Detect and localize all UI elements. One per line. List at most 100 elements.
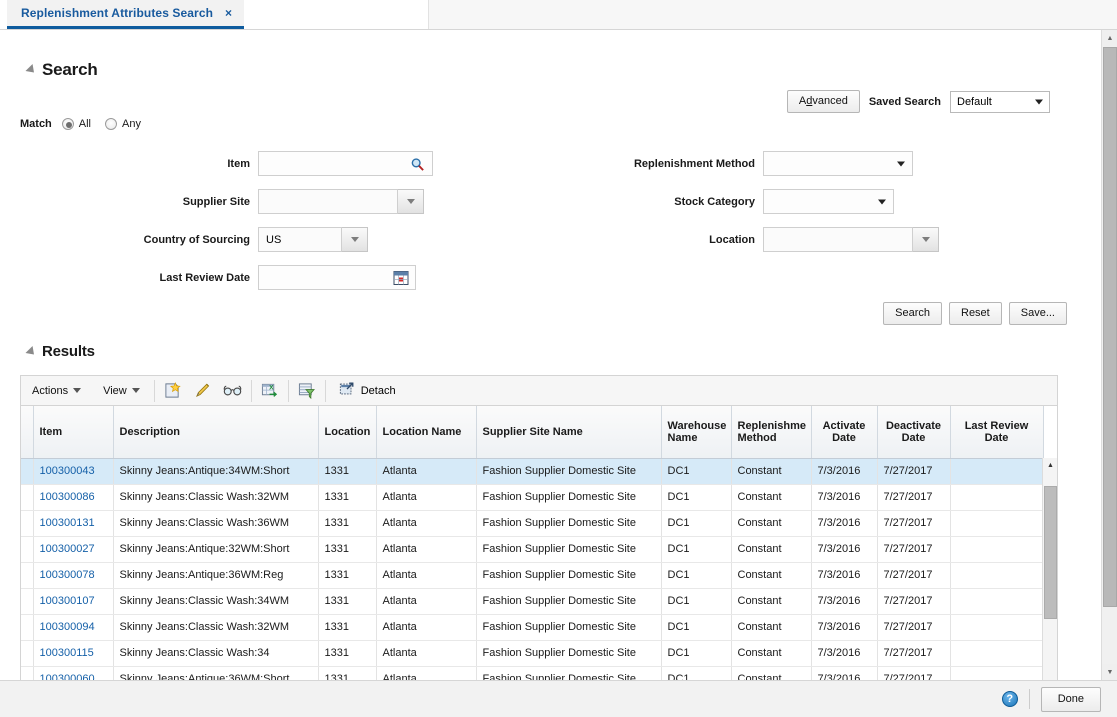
item-link[interactable]: 100300115 xyxy=(40,647,94,659)
detach-button[interactable]: Detach xyxy=(329,377,406,405)
scroll-up-icon[interactable]: ▲ xyxy=(1043,458,1058,473)
tab-replenishment-attributes-search[interactable]: Replenishment Attributes Search × xyxy=(7,0,244,29)
detach-label: Detach xyxy=(361,385,396,397)
table-row[interactable]: 100300078Skinny Jeans:Antique:36WM:Reg13… xyxy=(21,562,1043,588)
cell-location: 1331 xyxy=(318,510,376,536)
cell-replenishment-method: Constant xyxy=(731,588,811,614)
table-row[interactable]: 100300131Skinny Jeans:Classic Wash:36WM1… xyxy=(21,510,1043,536)
replenishment-method-select[interactable] xyxy=(763,151,913,176)
item-input[interactable] xyxy=(258,151,433,176)
item-link[interactable]: 100300086 xyxy=(40,491,95,503)
table-row[interactable]: 100300060Skinny Jeans:Antique:36WM:Short… xyxy=(21,666,1043,680)
supplier-site-input[interactable] xyxy=(258,189,398,214)
table-row[interactable]: 100300115Skinny Jeans:Classic Wash:34133… xyxy=(21,640,1043,666)
country-of-sourcing-input[interactable]: US xyxy=(258,227,342,252)
view-menu[interactable]: View xyxy=(92,377,151,405)
view-menu-label: View xyxy=(103,385,127,397)
actions-menu[interactable]: Actions xyxy=(21,377,92,405)
item-link[interactable]: 100300107 xyxy=(40,595,95,607)
last-review-date-input[interactable] xyxy=(258,265,416,290)
cell-last-review-date xyxy=(950,640,1043,666)
cell-item[interactable]: 100300078 xyxy=(33,562,113,588)
toolbar-divider xyxy=(288,380,289,402)
supplier-site-lov-button[interactable] xyxy=(398,189,424,214)
item-link[interactable]: 100300060 xyxy=(40,673,95,680)
cell-item[interactable]: 100300107 xyxy=(33,588,113,614)
page-vertical-scrollbar[interactable]: ▲ ▼ xyxy=(1101,30,1117,680)
cell-deactivate-date: 7/27/2017 xyxy=(877,666,950,680)
cell-warehouse-name: DC1 xyxy=(661,562,731,588)
table-vertical-scrollbar[interactable]: ▲ ▼ xyxy=(1042,458,1057,680)
search-icon[interactable] xyxy=(410,157,425,175)
col-header-deactivate-date[interactable]: Deactivate Date xyxy=(877,406,950,458)
cell-item[interactable]: 100300060 xyxy=(33,666,113,680)
table-row[interactable]: 100300107Skinny Jeans:Classic Wash:34WM1… xyxy=(21,588,1043,614)
cell-item[interactable]: 100300131 xyxy=(33,510,113,536)
cell-warehouse-name: DC1 xyxy=(661,666,731,680)
reset-button[interactable]: Reset xyxy=(949,302,1002,325)
item-link[interactable]: 100300078 xyxy=(40,569,95,581)
col-header-item[interactable]: Item xyxy=(33,406,113,458)
col-header-last-review-date[interactable]: Last Review Date xyxy=(950,406,1043,458)
item-link[interactable]: 100300131 xyxy=(40,517,95,529)
stock-category-select[interactable] xyxy=(763,189,894,214)
cell-activate-date: 7/3/2016 xyxy=(811,536,877,562)
location-lov-button[interactable] xyxy=(913,227,939,252)
chevron-down-icon xyxy=(878,199,886,204)
col-header-location[interactable]: Location xyxy=(318,406,376,458)
view-glasses-icon[interactable] xyxy=(218,377,248,405)
create-icon[interactable] xyxy=(158,377,188,405)
calendar-icon[interactable] xyxy=(393,270,409,289)
cell-location-name: Atlanta xyxy=(376,562,476,588)
item-link[interactable]: 100300043 xyxy=(40,465,95,477)
col-header-description[interactable]: Description xyxy=(113,406,318,458)
row-marker-cell xyxy=(21,666,33,680)
cell-location: 1331 xyxy=(318,640,376,666)
table-row[interactable]: 100300027Skinny Jeans:Antique:32WM:Short… xyxy=(21,536,1043,562)
table-row[interactable]: 100300094Skinny Jeans:Classic Wash:32WM1… xyxy=(21,614,1043,640)
radio-match-any[interactable] xyxy=(105,118,117,130)
item-link[interactable]: 100300027 xyxy=(40,543,95,555)
col-header-warehouse-name[interactable]: Warehouse Name xyxy=(661,406,731,458)
cell-item[interactable]: 100300043 xyxy=(33,458,113,484)
help-icon[interactable]: ? xyxy=(1002,691,1018,707)
cell-activate-date: 7/3/2016 xyxy=(811,588,877,614)
done-button[interactable]: Done xyxy=(1041,687,1101,712)
cell-item[interactable]: 100300027 xyxy=(33,536,113,562)
cell-last-review-date xyxy=(950,614,1043,640)
actions-menu-label: Actions xyxy=(32,385,68,397)
item-link[interactable]: 100300094 xyxy=(40,621,95,633)
cell-item[interactable]: 100300086 xyxy=(33,484,113,510)
country-of-sourcing-lov-button[interactable] xyxy=(342,227,368,252)
radio-match-all[interactable] xyxy=(62,118,74,130)
col-header-replenishment-method[interactable]: Replenishme Method xyxy=(731,406,811,458)
field-supplier-site: Supplier Site xyxy=(120,189,424,214)
toolbar-divider xyxy=(251,380,252,402)
row-marker-cell xyxy=(21,640,33,666)
location-input[interactable] xyxy=(763,227,913,252)
edit-pencil-icon[interactable] xyxy=(188,377,218,405)
scrollbar-thumb[interactable] xyxy=(1103,47,1117,607)
export-to-excel-icon[interactable]: X xyxy=(255,377,285,405)
scroll-up-icon[interactable]: ▲ xyxy=(1102,30,1117,46)
cell-item[interactable]: 100300094 xyxy=(33,614,113,640)
close-icon[interactable]: × xyxy=(225,7,232,19)
table-row[interactable]: 100300043Skinny Jeans:Antique:34WM:Short… xyxy=(21,458,1043,484)
cell-item[interactable]: 100300115 xyxy=(33,640,113,666)
query-by-example-icon[interactable] xyxy=(292,377,322,405)
col-header-supplier-site-name[interactable]: Supplier Site Name xyxy=(476,406,661,458)
col-header-activate-date[interactable]: Activate Date xyxy=(811,406,877,458)
collapse-triangle-icon[interactable] xyxy=(25,345,37,357)
collapse-triangle-icon[interactable] xyxy=(25,64,37,76)
advanced-button[interactable]: Advanced xyxy=(787,90,860,113)
scrollbar-thumb[interactable] xyxy=(1044,486,1057,619)
table-row[interactable]: 100300086Skinny Jeans:Classic Wash:32WM1… xyxy=(21,484,1043,510)
scroll-down-icon[interactable]: ▼ xyxy=(1102,664,1117,680)
col-header-location-name[interactable]: Location Name xyxy=(376,406,476,458)
search-button[interactable]: Search xyxy=(883,302,942,325)
saved-search-select[interactable]: Default xyxy=(950,91,1050,113)
cell-supplier-site-name: Fashion Supplier Domestic Site xyxy=(476,588,661,614)
tab-label: Replenishment Attributes Search xyxy=(21,6,213,20)
cell-supplier-site-name: Fashion Supplier Domestic Site xyxy=(476,614,661,640)
save-button[interactable]: Save... xyxy=(1009,302,1067,325)
